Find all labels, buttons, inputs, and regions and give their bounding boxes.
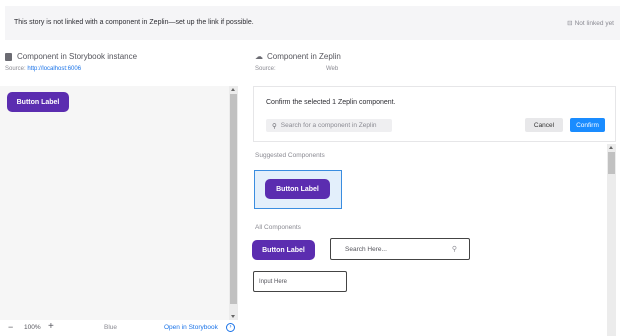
open-in-storybook-link[interactable]: Open in Storybook [164,324,218,331]
confirm-panel: Confirm the selected 1 Zeplin component.… [253,86,616,142]
cancel-button[interactable]: Cancel [525,118,563,132]
banner-message: This story is not linked with a componen… [14,19,254,26]
storybook-scrollbar-thumb[interactable] [230,94,237,304]
storybook-title-text: Component in Storybook instance [17,52,138,61]
link-status: ⊟ Not linked yet [567,19,614,27]
zeplin-title-text: Component in Zeplin [267,52,341,61]
zeplin-source-label: Source: [255,66,276,72]
zeplin-search-placeholder: Search for a component in Zeplin [280,122,377,129]
link-status-text: Not linked yet [574,20,614,27]
suggested-component-card[interactable]: Button Label [254,170,342,209]
storybook-panel-title: Component in Storybook instance [5,52,137,61]
input-here-text: Input Here [259,278,288,285]
zoom-in-button[interactable]: + [48,321,54,332]
search-icon: ⚲ [272,122,277,130]
storybook-icon [5,52,12,61]
background-selector[interactable]: Blue [104,324,117,331]
search-here-component[interactable]: Search Here... ⚲ [330,238,470,260]
external-link-icon[interactable]: › [226,323,235,332]
zeplin-panel-title: ☁ Component in Zeplin [255,52,341,61]
storybook-source-link[interactable]: http://localhost:6006 [27,66,81,72]
all-button-component[interactable]: Button Label [252,240,315,260]
input-here-component[interactable]: Input Here [253,271,347,292]
storybook-canvas: Button Label [0,86,238,320]
scroll-down-arrow-icon[interactable] [231,315,235,318]
scroll-up-arrow-icon[interactable] [609,146,613,149]
zeplin-source-value: Web [326,66,339,72]
storybook-footer: − 100% + Blue Open in Storybook › [0,320,238,336]
storybook-source-label: Source: [5,66,26,72]
suggested-components-heading: Suggested Components [255,152,325,159]
storybook-preview-button[interactable]: Button Label [7,92,69,112]
suggested-button-preview: Button Label [265,179,330,199]
search-icon: ⚲ [451,246,457,253]
storybook-scrollbar[interactable] [229,86,238,320]
storybook-source: Source: http://localhost:6006 [5,66,81,72]
zeplin-component-search[interactable]: ⚲ Search for a component in Zeplin [266,119,392,132]
zeplin-scrollbar-thumb[interactable] [608,152,615,174]
confirm-button[interactable]: Confirm [570,118,605,132]
link-banner: This story is not linked with a componen… [5,6,620,40]
scroll-up-arrow-icon[interactable] [231,88,235,91]
all-components-heading: All Components [255,224,301,231]
zeplin-scrollbar[interactable] [607,144,616,336]
zeplin-icon: ☁ [255,52,263,61]
zoom-out-button[interactable]: − [8,322,13,332]
confirm-message: Confirm the selected 1 Zeplin component. [266,99,396,106]
zoom-level: 100% [24,324,41,331]
search-here-text: Search Here... [345,245,387,253]
link-off-icon: ⊟ [567,20,573,27]
